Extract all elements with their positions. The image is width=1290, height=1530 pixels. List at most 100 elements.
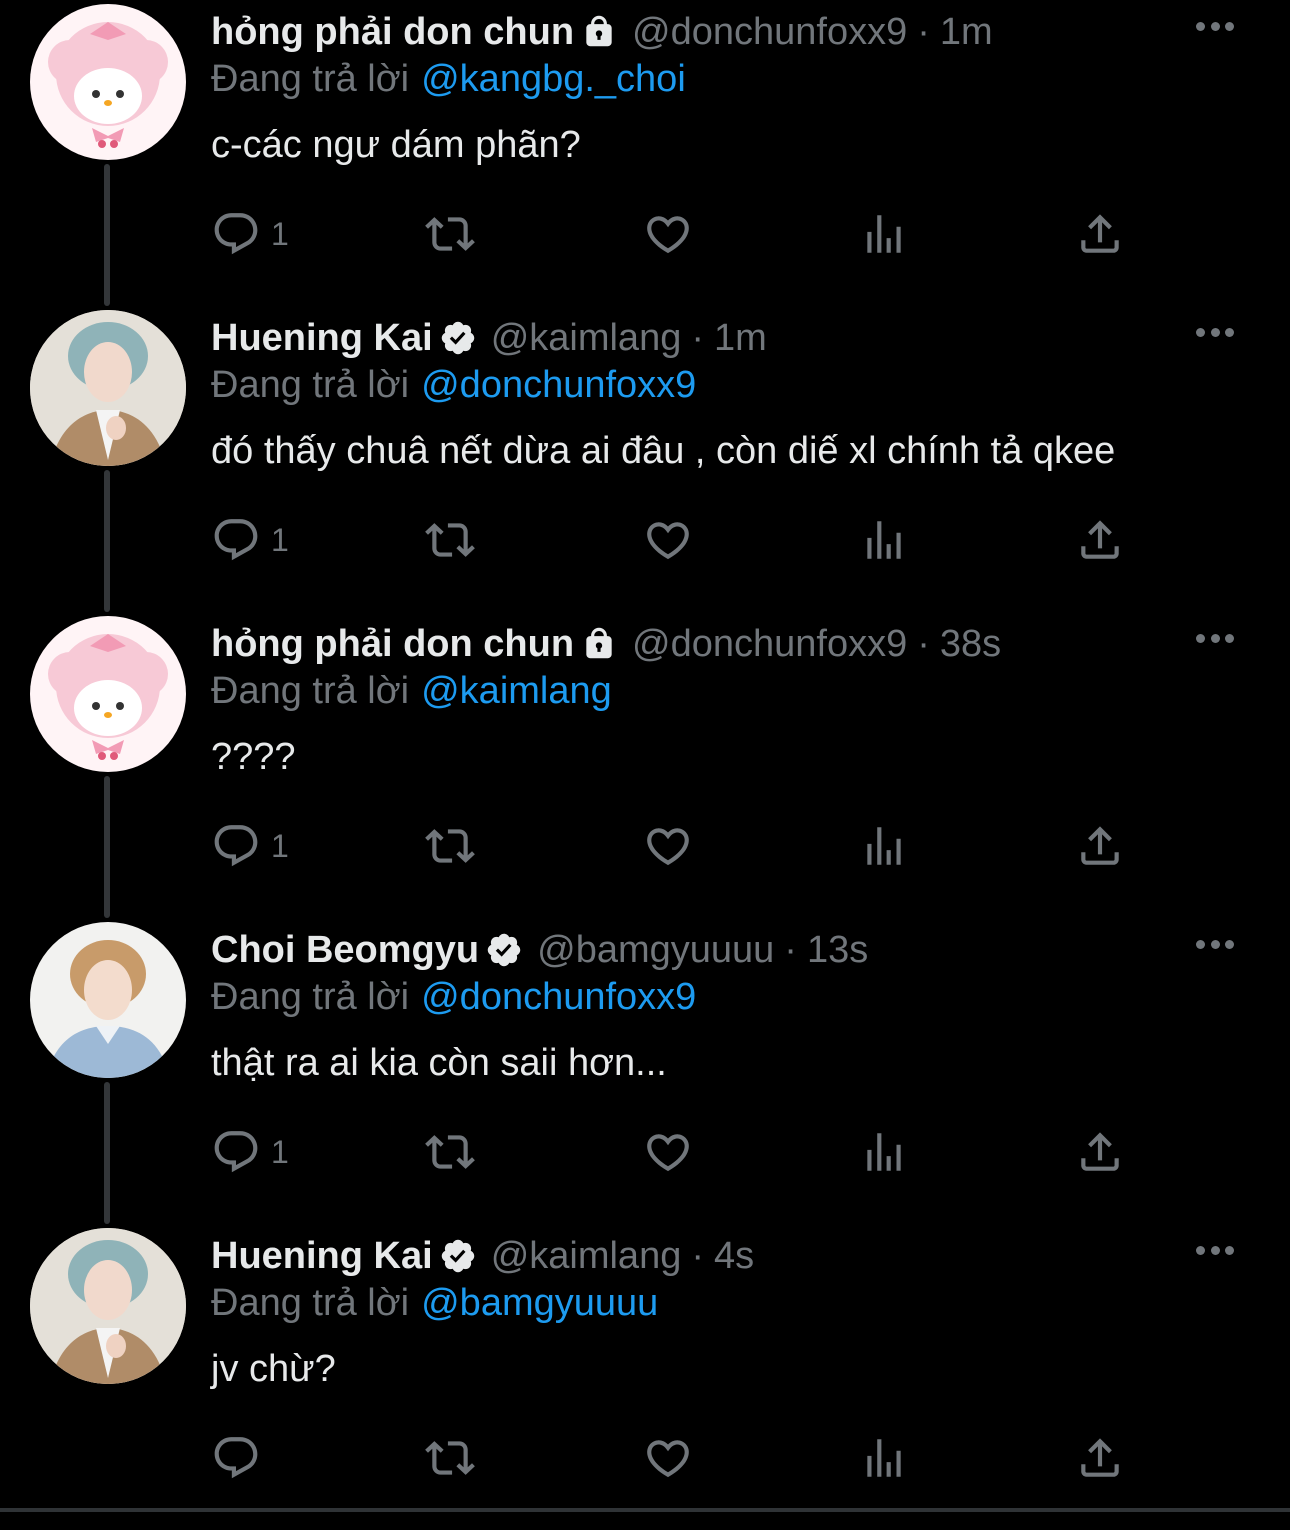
separator-dot: · xyxy=(917,10,930,53)
views-button[interactable] xyxy=(859,512,909,568)
action-bar: 1 xyxy=(211,818,1131,874)
share-button[interactable] xyxy=(1075,1124,1125,1180)
like-button[interactable] xyxy=(643,1430,693,1486)
like-button[interactable] xyxy=(643,206,693,262)
tweet[interactable]: Huening Kai @kaimlang · 1m Đang trả lời @… xyxy=(0,306,1290,612)
share-icon xyxy=(1075,209,1125,259)
action-bar: 1 xyxy=(211,512,1131,568)
handle[interactable]: @donchunfoxx9 xyxy=(632,623,907,666)
handle[interactable]: @bamgyuuuu xyxy=(537,929,774,972)
action-bar: 1 xyxy=(211,1124,1131,1180)
like-button[interactable] xyxy=(643,818,693,874)
more-options-icon[interactable] xyxy=(1196,1244,1234,1256)
thread-line xyxy=(104,1082,110,1224)
timestamp[interactable]: 1m xyxy=(940,11,993,54)
display-name[interactable]: hỏng phải don chun xyxy=(211,11,574,54)
thread-line xyxy=(104,776,110,918)
replying-to-label: Đang trả lời xyxy=(211,1282,410,1324)
tweet-header: Choi Beomgyu @bamgyuuuu · 13s xyxy=(211,924,868,976)
more-options-icon[interactable] xyxy=(1196,326,1234,338)
display-name[interactable]: Huening Kai xyxy=(211,317,433,360)
share-icon xyxy=(1075,1433,1125,1483)
avatar[interactable] xyxy=(30,4,186,160)
reply-button[interactable]: 1 xyxy=(211,1124,289,1180)
replying-to-label: Đang trả lời xyxy=(211,58,410,100)
tweet[interactable]: hỏng phải don chun @donchunfoxx9 · 38s Đ… xyxy=(0,612,1290,918)
replying-to: Đang trả lời @kangbg._choi xyxy=(211,58,686,101)
retweet-button[interactable] xyxy=(425,1430,475,1486)
views-icon xyxy=(859,821,909,871)
replying-to: Đang trả lời @bamgyuuuu xyxy=(211,1282,658,1325)
reply-target-link[interactable]: @kaimlang xyxy=(421,670,612,712)
heart-icon xyxy=(643,209,693,259)
views-button[interactable] xyxy=(859,206,909,262)
reply-count: 1 xyxy=(271,521,289,558)
reply-button[interactable] xyxy=(211,1430,271,1486)
replying-to: Đang trả lời @donchunfoxx9 xyxy=(211,976,696,1019)
reply-count: 1 xyxy=(271,827,289,864)
more-options-icon[interactable] xyxy=(1196,20,1234,32)
tweet[interactable]: hỏng phải don chun @donchunfoxx9 · 1m Đa… xyxy=(0,0,1290,306)
retweet-icon xyxy=(425,1433,475,1483)
display-name[interactable]: Choi Beomgyu xyxy=(211,929,479,972)
reply-target-link[interactable]: @donchunfoxx9 xyxy=(421,364,696,406)
tweet-text: jv chừ? xyxy=(211,1348,336,1390)
avatar[interactable] xyxy=(30,616,186,772)
tweet-text: thật ra ai kia còn saii hơn... xyxy=(211,1042,667,1084)
avatar[interactable] xyxy=(30,1228,186,1384)
replying-to: Đang trả lời @kaimlang xyxy=(211,670,612,713)
verified-badge-icon xyxy=(439,319,477,357)
share-button[interactable] xyxy=(1075,818,1125,874)
retweet-icon xyxy=(425,515,475,565)
share-button[interactable] xyxy=(1075,1430,1125,1486)
retweet-button[interactable] xyxy=(425,512,475,568)
reply-icon xyxy=(211,1127,261,1177)
more-options-icon[interactable] xyxy=(1196,632,1234,644)
replying-to-label: Đang trả lời xyxy=(211,364,410,406)
views-button[interactable] xyxy=(859,1124,909,1180)
display-name[interactable]: Huening Kai xyxy=(211,1235,433,1278)
tweet-header: hỏng phải don chun @donchunfoxx9 · 1m xyxy=(211,6,993,58)
like-button[interactable] xyxy=(643,512,693,568)
more-options-icon[interactable] xyxy=(1196,938,1234,950)
like-button[interactable] xyxy=(643,1124,693,1180)
handle[interactable]: @kaimlang xyxy=(491,1235,682,1278)
verified-badge-icon xyxy=(485,931,523,969)
replying-to-label: Đang trả lời xyxy=(211,976,410,1018)
separator-dot: · xyxy=(691,316,704,359)
views-button[interactable] xyxy=(859,1430,909,1486)
retweet-button[interactable] xyxy=(425,1124,475,1180)
handle[interactable]: @donchunfoxx9 xyxy=(632,11,907,54)
views-button[interactable] xyxy=(859,818,909,874)
tweet[interactable]: Huening Kai @kaimlang · 4s Đang trả lời @… xyxy=(0,1224,1290,1530)
handle[interactable]: @kaimlang xyxy=(491,317,682,360)
share-button[interactable] xyxy=(1075,206,1125,262)
retweet-button[interactable] xyxy=(425,818,475,874)
timestamp[interactable]: 4s xyxy=(714,1235,754,1278)
share-icon xyxy=(1075,1127,1125,1177)
separator-dot: · xyxy=(784,928,797,971)
retweet-icon xyxy=(425,1127,475,1177)
display-name[interactable]: hỏng phải don chun xyxy=(211,623,574,666)
reply-target-link[interactable]: @bamgyuuuu xyxy=(421,1282,658,1324)
tweet-text: đó thấy chuâ nết dừa ai đâu , còn diế xl… xyxy=(211,430,1116,472)
tweet[interactable]: Choi Beomgyu @bamgyuuuu · 13s Đang trả l… xyxy=(0,918,1290,1224)
reply-icon xyxy=(211,209,261,259)
views-icon xyxy=(859,1127,909,1177)
timestamp[interactable]: 38s xyxy=(940,623,1001,666)
reply-target-link[interactable]: @donchunfoxx9 xyxy=(421,976,696,1018)
timestamp[interactable]: 13s xyxy=(807,929,868,972)
avatar[interactable] xyxy=(30,922,186,1078)
reply-button[interactable]: 1 xyxy=(211,818,289,874)
timestamp[interactable]: 1m xyxy=(714,317,767,360)
tweet-header: Huening Kai @kaimlang · 1m xyxy=(211,312,767,364)
heart-icon xyxy=(643,515,693,565)
verified-badge-icon xyxy=(439,1237,477,1275)
avatar[interactable] xyxy=(30,310,186,466)
reply-target-link[interactable]: @kangbg._choi xyxy=(421,58,686,100)
share-button[interactable] xyxy=(1075,512,1125,568)
views-icon xyxy=(859,515,909,565)
reply-button[interactable]: 1 xyxy=(211,512,289,568)
reply-button[interactable]: 1 xyxy=(211,206,289,262)
retweet-button[interactable] xyxy=(425,206,475,262)
